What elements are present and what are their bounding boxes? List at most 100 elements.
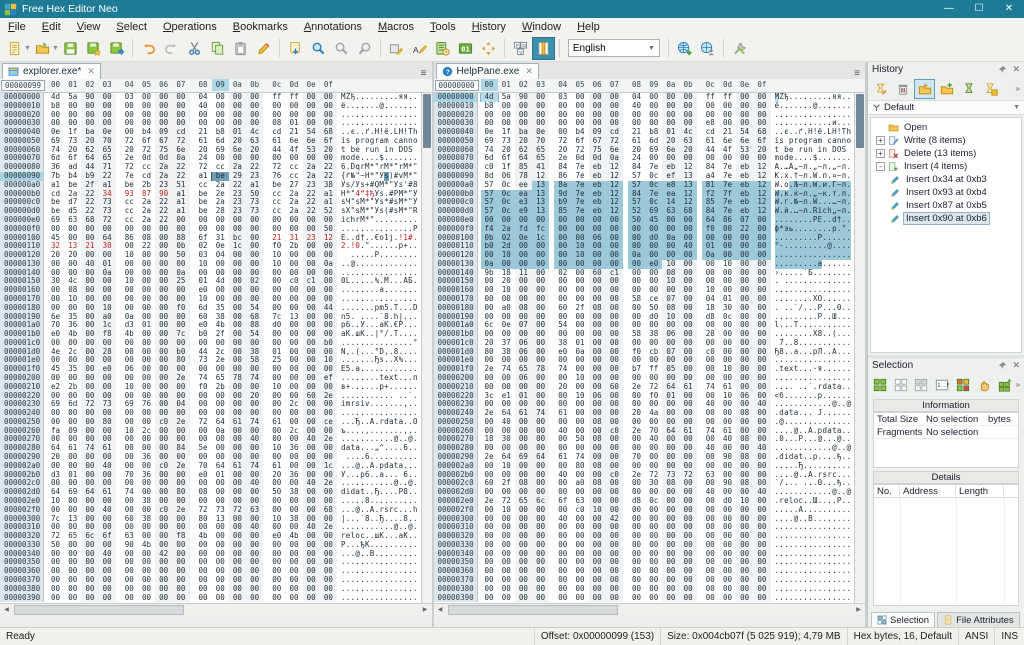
hex-byte[interactable]: 00 — [702, 435, 719, 444]
hex-byte[interactable]: 00 — [155, 286, 173, 295]
hex-byte[interactable]: c1 — [302, 277, 320, 287]
hex-byte[interactable]: 00 — [702, 392, 719, 401]
hex-byte[interactable]: 00 — [554, 462, 571, 471]
hex-byte[interactable]: a1 — [172, 198, 190, 208]
hex-byte[interactable]: 00 — [554, 128, 571, 137]
hex-byte[interactable]: 00 — [228, 391, 247, 401]
hex-byte[interactable]: 00 — [138, 119, 155, 128]
row-address[interactable]: 000002b0 — [0, 470, 44, 480]
hex-byte[interactable]: 12 — [679, 189, 697, 199]
hex-byte[interactable]: 00 — [662, 444, 680, 454]
ansi-char[interactable]: . — [846, 233, 852, 243]
hex-byte[interactable]: 00 — [736, 593, 754, 603]
row-address[interactable]: 00000050 — [0, 136, 44, 146]
scroll-left-icon[interactable]: ◀ — [434, 606, 447, 613]
hex-byte[interactable]: 74 — [571, 453, 588, 462]
hex-byte[interactable]: 00 — [514, 215, 533, 225]
hex-byte[interactable]: 00 — [481, 541, 498, 550]
hex-byte[interactable]: 00 — [719, 550, 736, 559]
hex-byte[interactable]: 00 — [121, 558, 138, 567]
hex-byte[interactable]: 00 — [302, 224, 320, 234]
hex-byte[interactable]: 00 — [155, 347, 173, 357]
find-icon[interactable] — [307, 37, 330, 60]
hex-byte[interactable]: 00 — [212, 444, 229, 453]
hex-byte[interactable]: 00 — [319, 514, 337, 524]
hex-byte[interactable]: 60 — [302, 391, 320, 401]
hex-byte[interactable]: 20 — [662, 136, 680, 146]
hex-byte[interactable]: 00 — [228, 567, 247, 576]
hex-byte[interactable]: 00 — [645, 550, 662, 559]
hex-byte[interactable]: 06 — [514, 347, 533, 357]
hex-byte[interactable]: 00 — [319, 575, 337, 585]
hex-byte[interactable]: 00 — [514, 110, 533, 120]
hex-byte[interactable]: 00 — [645, 532, 662, 541]
hex-byte[interactable]: 00 — [514, 523, 533, 533]
hex-byte[interactable]: 36 — [64, 321, 81, 330]
hex-byte[interactable]: 00 — [302, 453, 320, 462]
hex-byte[interactable]: 00 — [81, 312, 99, 322]
row-address[interactable]: 00000050 — [433, 136, 478, 146]
ansi-char[interactable]: P — [413, 225, 418, 234]
menu-item-help[interactable]: Help — [569, 20, 608, 34]
hex-byte[interactable]: 00 — [605, 409, 623, 418]
hex-byte[interactable]: 00 — [588, 488, 606, 497]
column-view-icon[interactable] — [531, 36, 555, 60]
history-item[interactable]: + Delete (13 items) — [871, 147, 1021, 160]
hex-byte[interactable]: 00 — [228, 488, 247, 497]
hex-byte[interactable]: 00 — [753, 523, 771, 533]
hex-byte[interactable]: 00 — [662, 575, 680, 585]
hex-byte[interactable]: 00 — [719, 558, 736, 567]
hex-byte[interactable]: e0 — [645, 259, 663, 269]
hex-byte[interactable]: c0 — [702, 348, 719, 357]
hex-byte[interactable]: 00 — [121, 356, 138, 365]
hex-byte[interactable]: 00 — [736, 286, 754, 295]
hex-byte[interactable]: 04 — [195, 93, 212, 102]
hex-byte[interactable]: 0e — [532, 128, 550, 137]
hex-byte[interactable]: 00 — [514, 119, 533, 129]
hex-byte[interactable]: 72 — [571, 146, 588, 155]
row-address[interactable]: 00000010 — [433, 101, 478, 111]
row-address[interactable]: 00000330 — [433, 540, 478, 550]
menu-item-macros[interactable]: Macros — [370, 20, 422, 34]
hex-byte[interactable]: cc — [268, 190, 285, 199]
hex-byte[interactable]: 63 — [571, 497, 588, 506]
hex-byte[interactable]: 12 — [753, 172, 771, 181]
hex-byte[interactable]: 00 — [679, 286, 697, 295]
hex-byte[interactable]: 00 — [268, 497, 285, 506]
ansi-char[interactable]: R — [413, 207, 418, 216]
hex-byte[interactable]: 00 — [47, 119, 64, 128]
ansi-char[interactable]: . — [846, 567, 851, 576]
hex-byte[interactable]: 65 — [514, 365, 533, 374]
hex-byte[interactable]: 00 — [571, 102, 588, 111]
hex-byte[interactable]: 44 — [319, 303, 337, 313]
hex-byte[interactable]: 00 — [195, 427, 212, 436]
row-address[interactable]: 00000390 — [0, 593, 44, 603]
hex-byte[interactable]: 52 — [319, 207, 337, 216]
hex-byte[interactable]: 10 — [571, 374, 588, 383]
hex-byte[interactable]: 00 — [246, 470, 264, 480]
find-next-icon[interactable] — [330, 37, 353, 60]
hex-byte[interactable]: 27 — [285, 181, 302, 190]
hex-byte[interactable]: 72 — [47, 532, 64, 541]
hex-byte[interactable]: 00 — [98, 514, 116, 524]
hex-byte[interactable]: 40 — [753, 488, 771, 497]
hex-byte[interactable]: 00 — [753, 101, 771, 111]
ansi-char[interactable]: . — [413, 567, 418, 576]
hex-byte[interactable]: 00 — [81, 523, 99, 533]
hex-byte[interactable]: 00 — [718, 242, 737, 252]
hex-byte[interactable]: 00 — [212, 225, 229, 234]
hex-byte[interactable]: 00 — [753, 154, 771, 164]
hex-byte[interactable]: b0 — [195, 330, 212, 339]
ansi-char[interactable]: h — [413, 506, 418, 515]
hex-byte[interactable]: 63 — [679, 136, 697, 146]
hex-byte[interactable]: 10 — [64, 295, 81, 304]
row-address[interactable]: 00000060 — [433, 145, 478, 155]
history-properties-icon[interactable] — [870, 79, 891, 99]
hex-byte[interactable]: 00 — [172, 593, 190, 603]
hex-byte[interactable]: 00 — [719, 348, 736, 357]
hex-byte[interactable]: 10 — [571, 251, 589, 260]
hex-byte[interactable]: 00 — [138, 576, 155, 585]
hex-byte[interactable]: 00 — [155, 409, 173, 418]
hex-byte[interactable]: 00 — [514, 532, 533, 541]
hex-byte[interactable]: 2e — [319, 391, 337, 401]
